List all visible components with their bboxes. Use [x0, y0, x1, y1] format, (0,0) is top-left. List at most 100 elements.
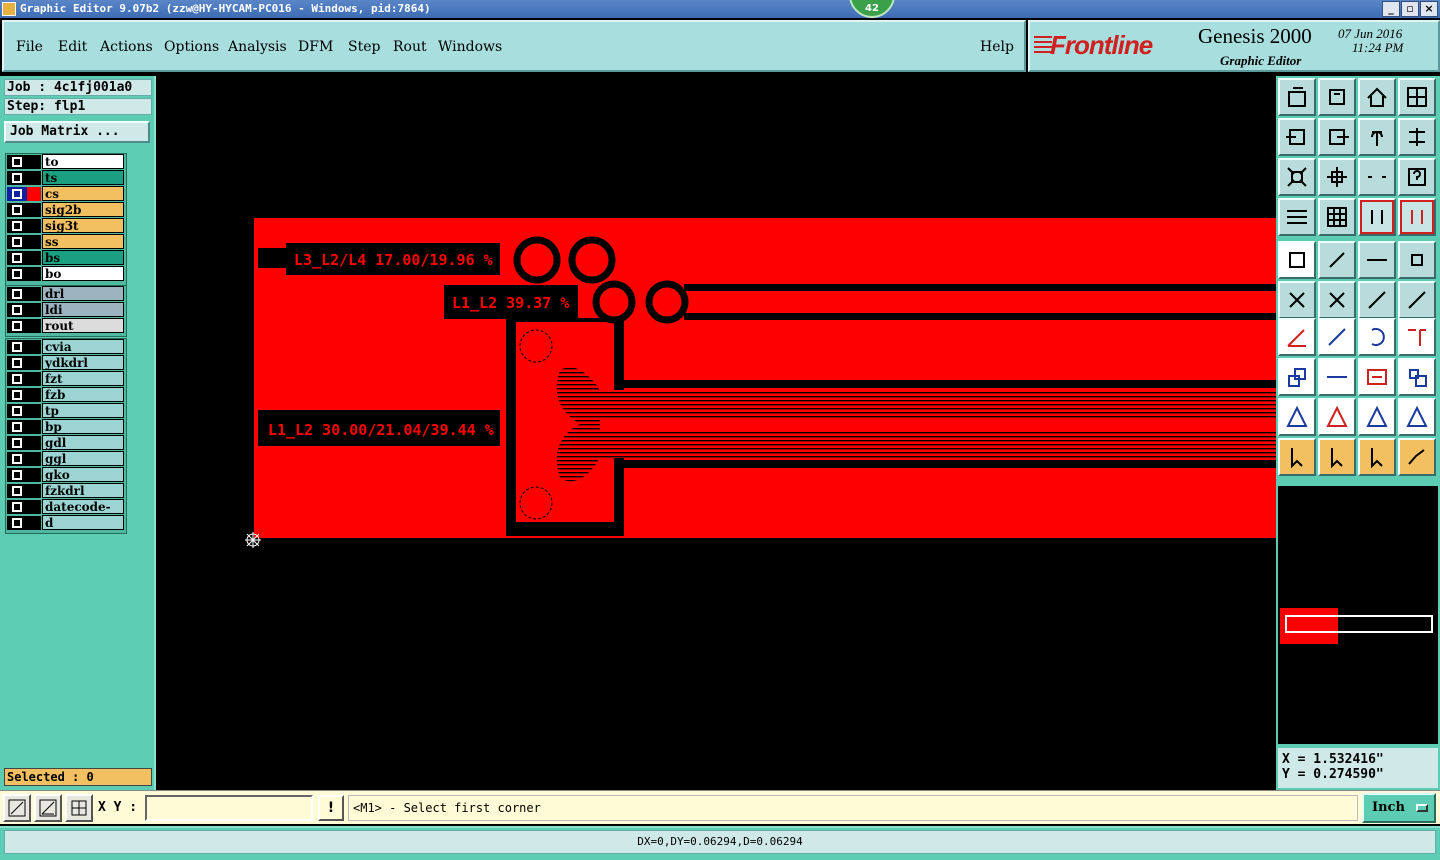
- layer-color-swatch[interactable]: [27, 171, 41, 185]
- layer-color-swatch[interactable]: [27, 452, 41, 466]
- layer-checkbox[interactable]: [7, 484, 27, 498]
- layer-row-bo[interactable]: bo: [6, 266, 126, 282]
- layer-color-swatch[interactable]: [27, 340, 41, 354]
- layer-row-ydkdrl[interactable]: ydkdrl: [6, 355, 126, 371]
- layer-row-bs[interactable]: bs: [6, 250, 126, 266]
- layer-color-swatch[interactable]: [27, 187, 41, 201]
- layer-row-sig2b[interactable]: sig2b: [6, 202, 126, 218]
- layer-checkbox[interactable]: [7, 404, 27, 418]
- overview-window[interactable]: [1278, 486, 1438, 744]
- menu-rout[interactable]: Rout: [393, 39, 427, 55]
- menu-edit[interactable]: Edit: [58, 39, 87, 55]
- layer-checkbox[interactable]: [7, 203, 27, 217]
- layer-checkbox[interactable]: [7, 187, 27, 201]
- layer-row-d[interactable]: d: [6, 515, 126, 531]
- paste-tool-button[interactable]: [1318, 78, 1356, 116]
- layer-name[interactable]: fzb: [42, 387, 124, 402]
- shape-tool-button[interactable]: [1318, 241, 1356, 279]
- layer-row-fzkdrl[interactable]: fzkdrl: [6, 483, 126, 499]
- snap-mode-button[interactable]: [3, 794, 31, 822]
- angle-mode-button[interactable]: [34, 794, 62, 822]
- menu-help[interactable]: Help: [980, 39, 1014, 55]
- fit-tool-button[interactable]: [1278, 158, 1316, 196]
- help-tool-button[interactable]: [1398, 158, 1436, 196]
- text-tool-button[interactable]: [1398, 318, 1436, 356]
- layer-row-ss[interactable]: ss: [6, 234, 126, 250]
- layer-checkbox[interactable]: [7, 251, 27, 265]
- layer-name[interactable]: gdl: [42, 435, 124, 450]
- zoom-tool-button[interactable]: [1318, 158, 1356, 196]
- layer-color-swatch[interactable]: [27, 219, 41, 233]
- layer-name[interactable]: bp: [42, 419, 124, 434]
- line-pt-tool-button[interactable]: [1358, 281, 1396, 319]
- layer-checkbox[interactable]: [7, 267, 27, 281]
- job-matrix-button[interactable]: Job Matrix ...: [4, 121, 150, 143]
- layer-name[interactable]: to: [42, 154, 124, 169]
- layer-checkbox[interactable]: [7, 287, 27, 301]
- layer-name[interactable]: drl: [42, 286, 124, 301]
- cross-tool-button[interactable]: [1318, 281, 1356, 319]
- angle-red-tool-button[interactable]: [1278, 318, 1316, 356]
- layer-checkbox[interactable]: [7, 452, 27, 466]
- layer-row-gdl[interactable]: gdl: [6, 435, 126, 451]
- minimize-button[interactable]: _: [1382, 1, 1400, 17]
- layer-checkbox[interactable]: [7, 319, 27, 333]
- layer-color-swatch[interactable]: [27, 267, 41, 281]
- layer-color-swatch[interactable]: [27, 155, 41, 169]
- warning-button[interactable]: !: [318, 795, 344, 821]
- layer-row-tp[interactable]: tp: [6, 403, 126, 419]
- layer-name[interactable]: sig3t: [42, 218, 124, 233]
- layer-color-swatch[interactable]: [27, 372, 41, 386]
- rotate-tool-button[interactable]: [1358, 118, 1396, 156]
- line-pt2-tool-button[interactable]: [1398, 281, 1436, 319]
- layer-name[interactable]: bs: [42, 250, 124, 265]
- layer-row-cvia[interactable]: cvia: [6, 339, 126, 355]
- layer-checkbox[interactable]: [7, 235, 27, 249]
- arc-tool-button[interactable]: [1358, 318, 1396, 356]
- layer-color-swatch[interactable]: [27, 356, 41, 370]
- shapes-tool-button[interactable]: [1398, 358, 1436, 396]
- net-select-tool-button[interactable]: [1358, 198, 1396, 236]
- dup-tool-button[interactable]: [1278, 358, 1316, 396]
- layer-color-swatch[interactable]: [27, 500, 41, 514]
- layer-name[interactable]: cs: [42, 186, 124, 201]
- menu-file[interactable]: File: [16, 39, 43, 55]
- layer-color-swatch[interactable]: [27, 420, 41, 434]
- layer-name[interactable]: cvia: [42, 339, 124, 354]
- layer-checkbox[interactable]: [7, 219, 27, 233]
- layer-color-swatch[interactable]: [27, 436, 41, 450]
- layer-checkbox[interactable]: [7, 171, 27, 185]
- pointer-sel-tool-button[interactable]: [1358, 438, 1396, 476]
- layer-row-cs[interactable]: cs: [6, 186, 126, 202]
- measure-tool-button[interactable]: [1358, 241, 1396, 279]
- layer-row-fzb[interactable]: fzb: [6, 387, 126, 403]
- layer-color-swatch[interactable]: [27, 388, 41, 402]
- xy-input[interactable]: [145, 795, 313, 821]
- tri-1-tool-button[interactable]: [1278, 398, 1316, 436]
- layer-color-swatch[interactable]: [27, 287, 41, 301]
- net-highlight-tool-button[interactable]: [1398, 198, 1436, 236]
- layer-color-swatch[interactable]: [27, 516, 41, 530]
- tri-4-tool-button[interactable]: [1398, 398, 1436, 436]
- graphic-canvas[interactable]: 4C1FJ001A0 FLP1 L3_L2/L4 17.00/19.96 % L…: [156, 76, 1276, 790]
- menu-analysis[interactable]: Analysis: [228, 39, 287, 55]
- layer-row-to[interactable]: to: [6, 154, 126, 170]
- layer-color-swatch[interactable]: [27, 303, 41, 317]
- layer-name[interactable]: datecode-to: [42, 499, 124, 529]
- menu-windows[interactable]: Windows: [438, 39, 502, 55]
- layer-row-fzt[interactable]: fzt: [6, 371, 126, 387]
- maximize-button[interactable]: ▫: [1401, 1, 1419, 17]
- layer-color-swatch[interactable]: [27, 468, 41, 482]
- settings-tool-button[interactable]: [1278, 198, 1316, 236]
- layer-row-drl[interactable]: drl: [6, 286, 126, 302]
- layer-name[interactable]: ggl: [42, 451, 124, 466]
- layer-name[interactable]: ydkdrl: [42, 355, 124, 370]
- layer-row-ts[interactable]: ts: [6, 170, 126, 186]
- layer-name[interactable]: ts: [42, 170, 124, 185]
- layer-name[interactable]: ldi: [42, 302, 124, 317]
- layer-row-gko[interactable]: gko: [6, 467, 126, 483]
- layer-name[interactable]: fzt: [42, 371, 124, 386]
- layer-checkbox[interactable]: [7, 356, 27, 370]
- layer-row-ldi[interactable]: ldi: [6, 302, 126, 318]
- layer-checkbox[interactable]: [7, 303, 27, 317]
